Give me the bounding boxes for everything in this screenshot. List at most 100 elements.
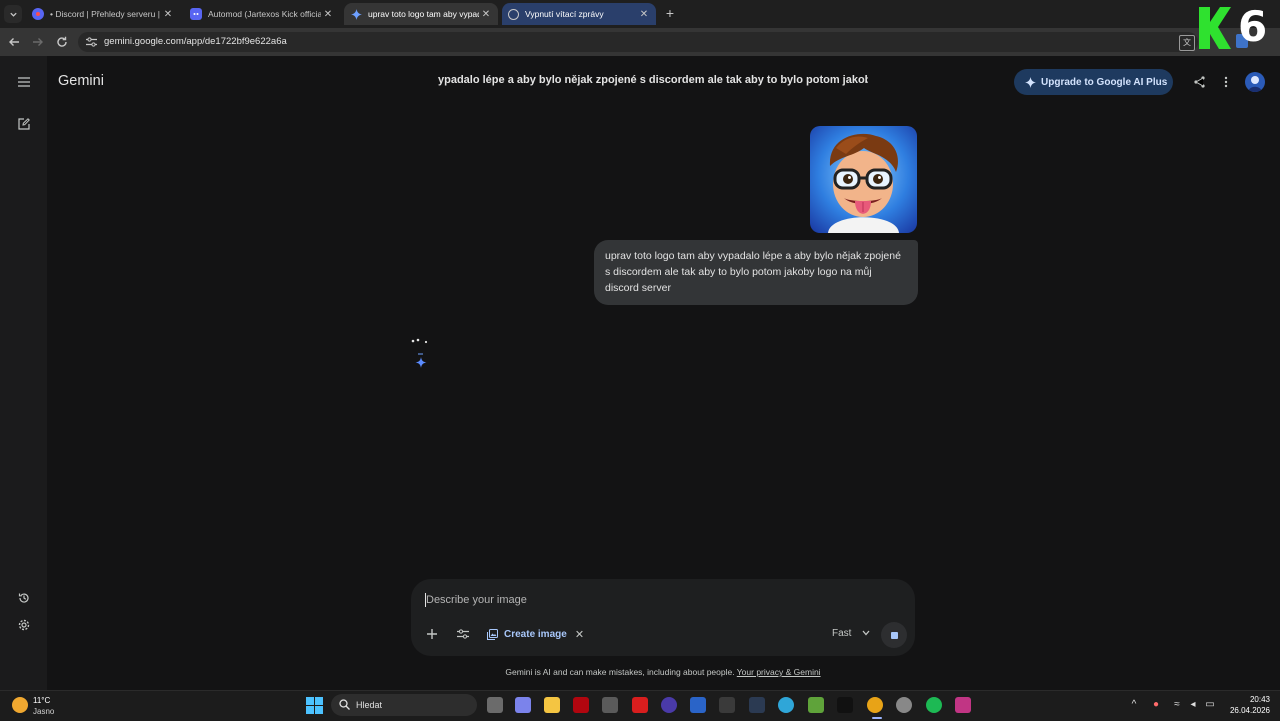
chevron-down-icon [9, 12, 17, 17]
weather-sun-icon [12, 697, 28, 713]
game-app-icon[interactable] [837, 697, 853, 713]
taskbar-search[interactable]: Hledat [331, 694, 477, 716]
gemini-brand-title[interactable]: Gemini [58, 73, 104, 89]
tab-welcome-message[interactable]: Vypnutí vítací zprávy ✕ [502, 3, 656, 25]
disclaimer-text: Gemini is AI and can make mistakes, incl… [411, 667, 915, 677]
text-caret [425, 593, 426, 607]
clock-date: 26.04.2026 [1229, 706, 1270, 715]
tab-gemini-active[interactable]: uprav toto logo tam aby vypad ✕ [344, 3, 498, 25]
clock-time: 20:43 [1249, 695, 1270, 704]
forward-arrow-icon[interactable] [30, 34, 46, 50]
tab-title: Vypnutí vítací zprávy [525, 9, 604, 19]
activity-history-icon[interactable] [15, 589, 33, 607]
terminal-app-icon[interactable] [719, 697, 735, 713]
upgrade-label: Upgrade to Google AI Plus [1041, 76, 1168, 88]
chatgpt-icon[interactable] [896, 697, 912, 713]
edge-icon[interactable] [778, 697, 794, 713]
settings-gear-icon[interactable] [15, 616, 33, 634]
microphone-icon[interactable]: ● [1150, 699, 1162, 711]
instagram-icon[interactable] [955, 697, 971, 713]
discord-favicon-icon [190, 8, 202, 20]
gemini-loading-indicator [410, 336, 432, 370]
weather-description: Jasno [33, 707, 55, 716]
windows-taskbar: 11°C Jasno Hledat ^ ● ≈ ◂ ▭ 20:43 26.04.… [0, 690, 1280, 721]
chrome-icon[interactable] [867, 697, 883, 713]
conversation-title: ypadalo lépe a aby bylo nějak zpojené s … [438, 74, 868, 86]
task-view-icon[interactable] [487, 697, 503, 713]
add-attachment-plus-icon[interactable] [425, 627, 439, 641]
media-app-icon[interactable] [661, 697, 677, 713]
mode-label: Fast [832, 628, 852, 639]
upgrade-button[interactable]: Upgrade to Google AI Plus [1014, 69, 1173, 95]
gemini-sparkle-icon [411, 338, 428, 368]
tray-overflow-chevron-icon[interactable]: ^ [1128, 699, 1140, 711]
system-clock[interactable]: 20:43 26.04.2026 [1220, 694, 1270, 716]
gemini-side-rail [0, 56, 47, 690]
user-message-bubble: uprav toto logo tam aby vypadalo lépe a … [594, 240, 918, 305]
uploaded-logo-image[interactable] [810, 126, 917, 233]
tab-title: • Discord | Přehledy serveru | Ja [50, 9, 161, 19]
search-icon [339, 699, 350, 710]
cartoon-boy-image [810, 126, 917, 233]
menu-hamburger-icon[interactable] [15, 73, 33, 91]
k6-overlay-logo: 6 [1196, 2, 1280, 54]
weather-widget[interactable]: 11°C Jasno [12, 694, 72, 718]
gemini-favicon-icon [350, 8, 362, 20]
tab-title: uprav toto logo tam aby vypad [368, 9, 479, 19]
teams-icon[interactable] [515, 697, 531, 713]
create-image-label: Create image [504, 628, 567, 640]
tab-automod[interactable]: Automod (Jartexos Kick official ✕ [184, 3, 340, 25]
battery-icon[interactable]: ▭ [1204, 699, 1216, 711]
browser-tab-strip: • Discord | Přehledy serveru | Ja ✕ Auto… [0, 0, 1280, 28]
file-explorer-icon[interactable] [544, 697, 560, 713]
tab-discord[interactable]: • Discord | Přehledy serveru | Ja ✕ [26, 3, 180, 25]
chevron-down-icon [862, 630, 870, 636]
back-arrow-icon[interactable] [6, 34, 22, 50]
spotify-icon[interactable] [926, 697, 942, 713]
account-avatar[interactable] [1245, 72, 1265, 92]
share-icon[interactable] [1191, 74, 1207, 90]
reload-icon[interactable] [54, 34, 70, 50]
blue-app-icon[interactable] [690, 697, 706, 713]
close-tab-icon[interactable]: ✕ [321, 9, 335, 20]
close-tab-icon[interactable]: ✕ [161, 9, 175, 20]
browser-toolbar: gemini.google.com/app/de1722bf9e622a6a [0, 28, 1280, 56]
more-vert-icon[interactable] [1218, 74, 1234, 90]
prompt-input-box[interactable]: Describe your image Create image ✕ Fast [411, 579, 915, 656]
k-letter-icon [1199, 7, 1231, 49]
image-icon [487, 628, 498, 640]
netflix-icon[interactable] [573, 697, 589, 713]
active-app-indicator [872, 717, 882, 719]
tools-tune-icon[interactable] [456, 627, 470, 641]
url-text: gemini.google.com/app/de1722bf9e622a6a [104, 36, 287, 47]
address-bar[interactable]: gemini.google.com/app/de1722bf9e622a6a [78, 32, 1198, 52]
close-tab-icon[interactable]: ✕ [479, 9, 493, 20]
steam-icon[interactable] [749, 697, 765, 713]
temperature: 11°C [33, 696, 51, 705]
site-settings-icon[interactable] [86, 37, 97, 47]
new-chat-edit-icon[interactable] [15, 115, 33, 133]
overlay-number: 6 [1238, 2, 1268, 51]
microsoft-store-icon[interactable] [602, 697, 618, 713]
model-mode-selector[interactable]: Fast [832, 628, 870, 639]
sparkle-icon [1025, 76, 1036, 88]
wifi-icon[interactable]: ≈ [1171, 699, 1183, 711]
new-tab-plus-icon[interactable]: + [663, 5, 677, 21]
openai-favicon-icon [508, 8, 519, 20]
create-image-chip[interactable]: Create image ✕ [487, 626, 584, 642]
discord-favicon-icon [32, 8, 44, 20]
volume-icon[interactable]: ◂ [1187, 699, 1199, 711]
privacy-link[interactable]: Your privacy & Gemini [737, 667, 821, 677]
translate-icon[interactable]: 文 [1179, 35, 1195, 51]
tab-title: Automod (Jartexos Kick official [208, 9, 321, 19]
disclaimer-sentence: Gemini is AI and can make mistakes, incl… [505, 667, 735, 677]
prompt-placeholder[interactable]: Describe your image [426, 594, 527, 606]
stop-square-icon [890, 631, 898, 639]
tab-search-button[interactable] [4, 5, 22, 23]
stop-generation-button[interactable] [881, 622, 907, 648]
windows-start-icon[interactable] [306, 697, 323, 714]
l-app-icon[interactable] [632, 697, 648, 713]
minecraft-icon[interactable] [808, 697, 824, 713]
close-tab-icon[interactable]: ✕ [637, 9, 651, 20]
remove-chip-close-icon[interactable]: ✕ [575, 628, 584, 641]
